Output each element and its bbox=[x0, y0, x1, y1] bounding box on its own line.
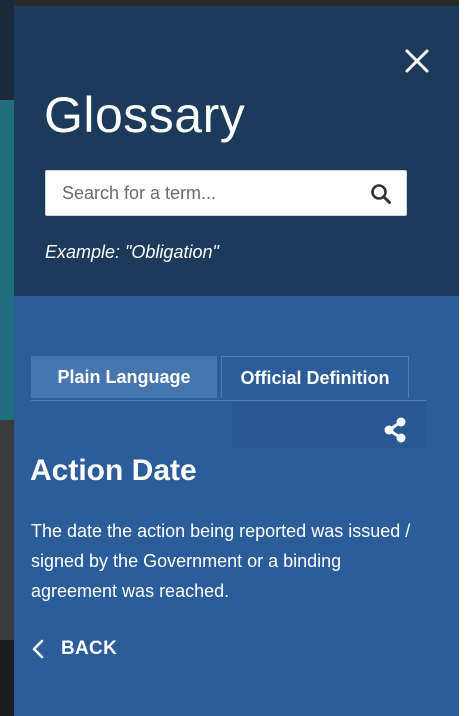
definition-tabs: Plain Language Official Definition bbox=[31, 356, 426, 401]
share-bar bbox=[232, 402, 426, 448]
term-definition: The date the action being reported was i… bbox=[31, 521, 411, 601]
background-page-edge bbox=[0, 0, 14, 716]
search-input[interactable] bbox=[46, 171, 372, 215]
search-icon[interactable] bbox=[370, 183, 392, 205]
glossary-header: Glossary Example: "Obligation" bbox=[14, 6, 459, 296]
background-block bbox=[0, 420, 14, 640]
back-label: BACK bbox=[61, 638, 118, 659]
search-example-hint: Example: "Obligation" bbox=[45, 242, 219, 262]
background-block bbox=[0, 0, 14, 100]
close-button[interactable] bbox=[400, 44, 434, 78]
close-icon bbox=[405, 49, 429, 73]
share-icon[interactable] bbox=[382, 416, 408, 444]
background-block bbox=[0, 100, 14, 420]
background-block bbox=[0, 640, 14, 716]
chevron-left-icon bbox=[32, 639, 44, 659]
term-title: Action Date bbox=[30, 454, 197, 487]
tab-official-definition[interactable]: Official Definition bbox=[221, 356, 409, 398]
search-box bbox=[45, 170, 407, 216]
back-button[interactable]: BACK bbox=[31, 636, 117, 662]
tab-plain-language[interactable]: Plain Language bbox=[31, 356, 217, 398]
background-page-edge bbox=[459, 0, 465, 716]
glossary-title: Glossary bbox=[44, 87, 246, 143]
